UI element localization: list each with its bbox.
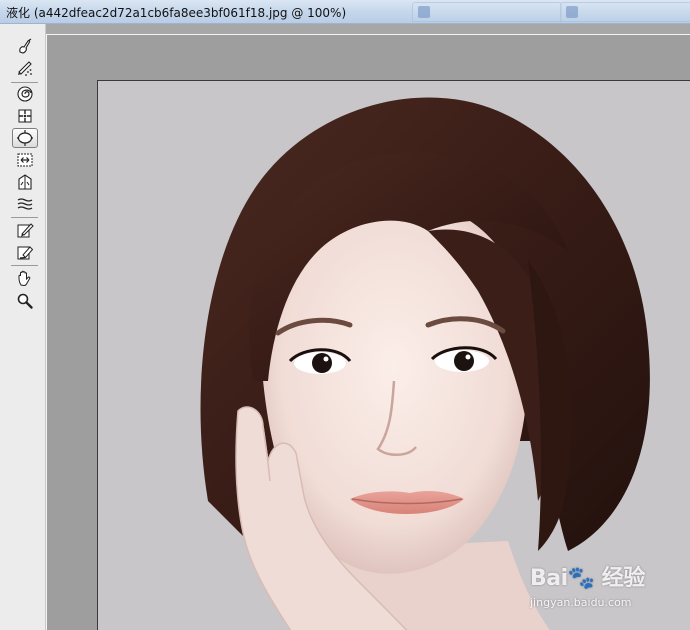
toolbox-divider — [11, 265, 38, 266]
mirror-icon — [18, 174, 32, 190]
zoom-tool[interactable] — [12, 291, 38, 311]
portrait-photo[interactable] — [97, 80, 690, 630]
background-taskbar-tab[interactable] — [412, 2, 562, 22]
turbulence-icon — [17, 198, 33, 210]
window-title: 液化 (a442dfeac2d72a1cb6fa8ee3bf061f18.jpg… — [6, 6, 347, 20]
canvas-frame — [46, 34, 690, 630]
liquify-window: 液化 (a442dfeac2d72a1cb6fa8ee3bf061f18.jpg… — [0, 0, 690, 630]
push-left-tool[interactable] — [12, 150, 38, 170]
turbulence-tool[interactable] — [12, 194, 38, 214]
pucker-tool[interactable] — [12, 106, 38, 126]
title-bar: 液化 (a442dfeac2d72a1cb6fa8ee3bf061f18.jpg… — [0, 0, 690, 24]
background-taskbar-tab[interactable] — [560, 2, 690, 22]
magnifier-icon — [17, 293, 33, 309]
bloat-tool[interactable] — [12, 128, 38, 148]
freeze-mask-icon — [17, 223, 34, 238]
toolbox-divider — [11, 82, 38, 83]
forward-warp-tool[interactable] — [12, 36, 38, 56]
pucker-icon — [18, 109, 32, 123]
twirl-clockwise-tool[interactable] — [12, 84, 38, 104]
mirror-tool[interactable] — [12, 172, 38, 192]
preview-canvas[interactable] — [46, 24, 690, 630]
bloat-icon — [17, 130, 33, 146]
portrait-illustration — [98, 81, 690, 630]
reconstruct-tool[interactable] — [12, 58, 38, 78]
app-icon — [566, 6, 578, 18]
watermark-logo: Bai🐾 经验 — [530, 566, 645, 591]
hand-tool[interactable] — [12, 268, 38, 288]
thaw-mask-tool[interactable] — [12, 242, 38, 262]
liquify-toolbox — [0, 24, 46, 630]
baidu-jingyan-watermark: Bai🐾 经验 jingyan.baidu.com — [526, 560, 686, 616]
brush-dots-icon — [18, 61, 32, 76]
push-left-icon — [17, 153, 33, 167]
freeze-mask-tool[interactable] — [12, 220, 38, 240]
hand-icon — [18, 270, 31, 287]
twirl-icon — [17, 86, 33, 102]
thaw-mask-icon — [17, 246, 34, 260]
finger-brush-icon — [19, 38, 32, 54]
toolbox-divider — [11, 217, 38, 218]
watermark-url: jingyan.baidu.com — [530, 596, 632, 609]
app-icon — [418, 6, 430, 18]
